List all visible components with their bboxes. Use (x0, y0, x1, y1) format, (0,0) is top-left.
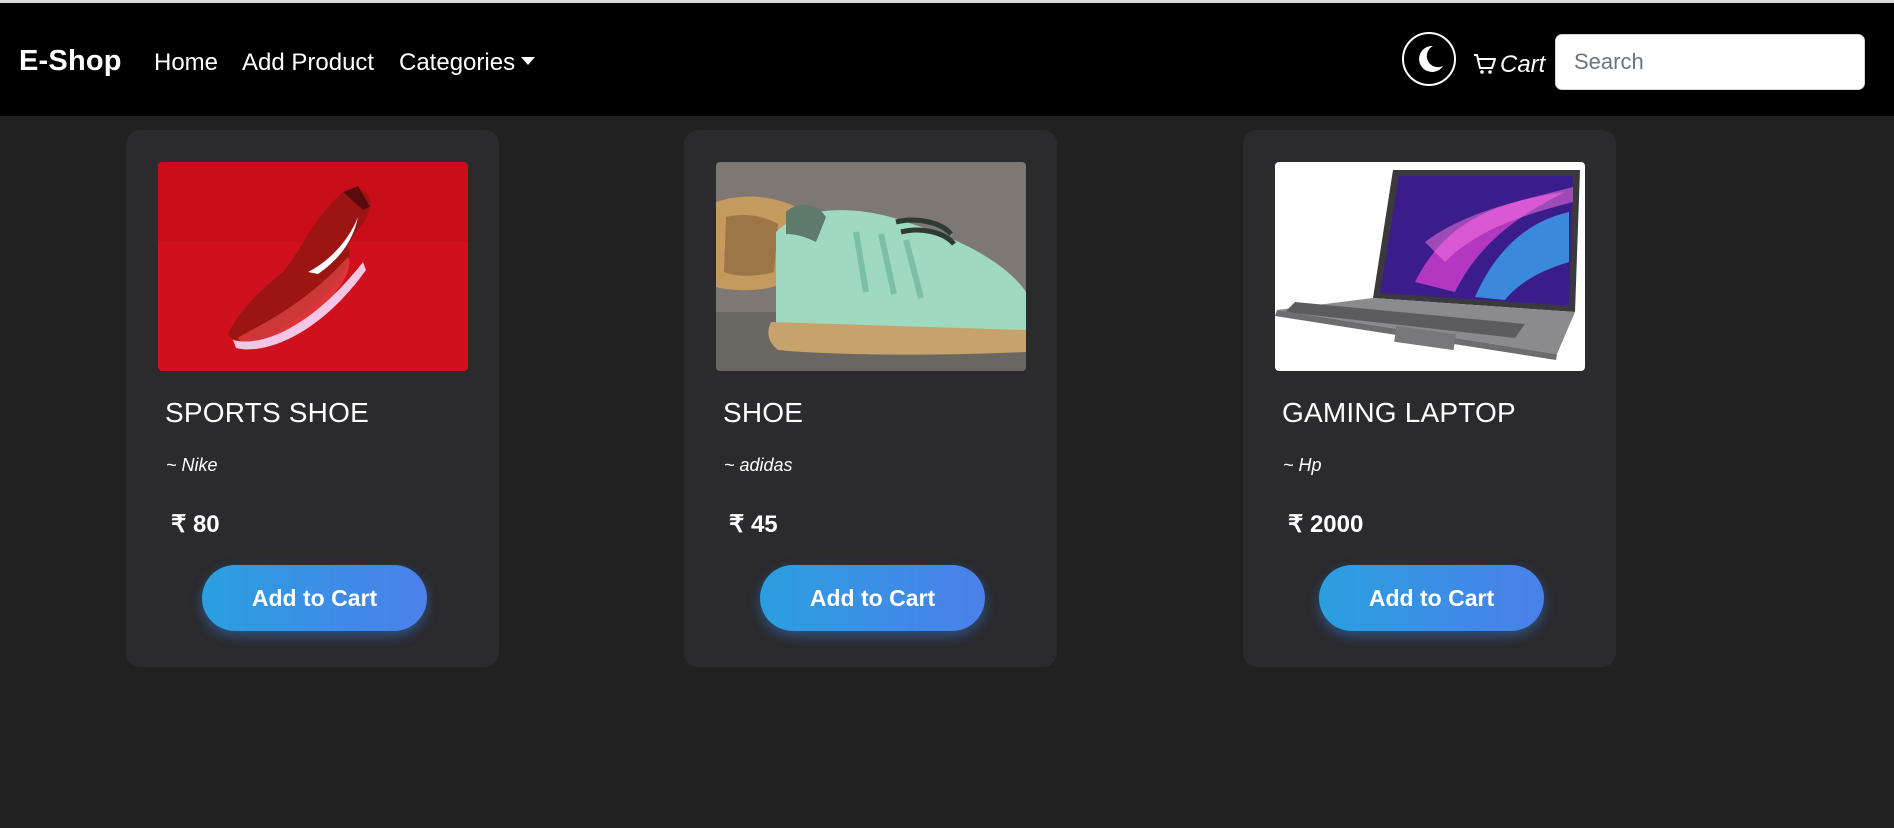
product-price: ₹ 45 (729, 511, 778, 538)
nav-categories-dropdown[interactable]: Categories (399, 49, 536, 77)
chevron-down-icon (521, 57, 536, 65)
add-to-cart-button[interactable]: Add to Cart (1319, 565, 1544, 631)
product-price: ₹ 2000 (1288, 511, 1364, 538)
product-brand: ~ adidas (724, 455, 793, 475)
search-input[interactable] (1555, 34, 1865, 90)
add-to-cart-button[interactable]: Add to Cart (760, 565, 985, 631)
product-brand: ~ Hp (1283, 455, 1322, 475)
add-to-cart-button[interactable]: Add to Cart (202, 565, 427, 631)
product-title: SHOE (723, 397, 804, 428)
product-card: GAMING LAPTOP ~ Hp ₹ 2000 Add to Cart (1243, 130, 1616, 667)
product-brand: ~ Nike (166, 455, 218, 475)
product-price: ₹ 80 (171, 511, 220, 538)
moon-icon (1419, 45, 1443, 72)
nav-home-link[interactable]: Home (154, 49, 218, 77)
brand-logo[interactable]: E-Shop (19, 45, 122, 78)
cart-label: Cart (1500, 51, 1546, 78)
nav-categories-label: Categories (399, 49, 516, 76)
product-image-mint-sneaker (716, 162, 1026, 371)
cart-link[interactable]: Cart (1473, 51, 1545, 79)
product-card: SPORTS SHOE ~ Nike ₹ 80 Add to Cart (126, 130, 499, 667)
navbar: E-Shop Home Add Product Categories Cart (0, 3, 1894, 116)
cart-icon (1474, 54, 1496, 74)
product-card: SHOE ~ adidas ₹ 45 Add to Cart (684, 130, 1057, 667)
product-image-laptop (1275, 162, 1585, 371)
nav-add-product-link[interactable]: Add Product (242, 49, 374, 77)
product-title: SPORTS SHOE (165, 397, 369, 428)
product-title: GAMING LAPTOP (1282, 397, 1516, 428)
product-image-red-sneaker (158, 162, 468, 371)
theme-toggle-button[interactable] (1402, 32, 1456, 86)
